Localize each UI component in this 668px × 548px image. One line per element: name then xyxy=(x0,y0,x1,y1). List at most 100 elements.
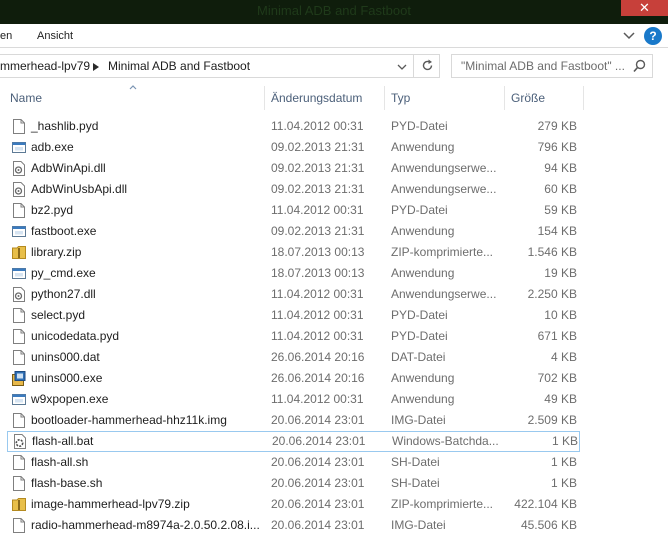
file-row[interactable]: w9xpopen.exe 11.04.2012 00:31 Anwendung 49 … xyxy=(0,389,668,410)
file-row[interactable]: flash-all.sh 20.06.2014 23:01 SH-Datei 1 KB xyxy=(0,452,668,473)
breadcrumb-current[interactable]: Minimal ADB and Fastboot xyxy=(108,59,250,73)
file-row[interactable]: python27.dll 11.04.2012 00:31 Anwendungser… xyxy=(0,284,668,305)
column-name[interactable]: Name xyxy=(10,91,42,105)
file-size: 1.546 KB xyxy=(527,245,577,259)
file-size: 796 KB xyxy=(537,140,577,154)
file-date: 09.02.2013 21:31 xyxy=(271,161,365,175)
file-row[interactable]: unicodedata.pyd 11.04.2012 00:31 PYD-Datei… xyxy=(0,326,668,347)
file-date: 11.04.2012 00:31 xyxy=(271,287,364,301)
file-size: 45.506 KB xyxy=(520,518,577,532)
file-size: 2.509 KB xyxy=(527,413,577,427)
file-name: adb.exe xyxy=(31,140,74,154)
file-size: 4 KB xyxy=(550,350,577,364)
file-size: 94 KB xyxy=(544,161,577,175)
file-type: Anwendung xyxy=(391,392,455,406)
file-name: flash-all.bat xyxy=(32,434,94,448)
search-icon[interactable] xyxy=(633,59,646,73)
file-row[interactable]: bz2.pyd 11.04.2012 00:31 PYD-Datei 59 KB xyxy=(0,200,668,221)
address-bar[interactable]: mmerhead-lpv79 Minimal ADB and Fastboot xyxy=(0,54,440,78)
file-icon xyxy=(13,308,25,323)
file-date: 11.04.2012 00:31 xyxy=(271,308,364,322)
exe-icon xyxy=(12,142,26,153)
file-row[interactable]: flash-base.sh 20.06.2014 23:01 SH-Datei 1 K… xyxy=(0,473,668,494)
file-row[interactable]: _hashlib.pyd 11.04.2012 00:31 PYD-Datei 279… xyxy=(0,116,668,137)
file-icon xyxy=(13,119,25,134)
file-row[interactable]: unins000.exe 26.06.2014 20:16 Anwendung 702… xyxy=(0,368,668,389)
file-name: python27.dll xyxy=(31,287,96,301)
file-date: 11.04.2012 00:31 xyxy=(271,392,364,406)
file-type: Anwendung xyxy=(391,266,455,280)
breadcrumb-parent[interactable]: mmerhead-lpv79 xyxy=(0,59,90,73)
file-name: AdbWinApi.dll xyxy=(31,161,106,175)
file-date: 20.06.2014 23:01 xyxy=(272,434,366,448)
file-row[interactable]: select.pyd 11.04.2012 00:31 PYD-Datei 10 KB xyxy=(0,305,668,326)
batch-icon xyxy=(14,434,26,449)
file-name: radio-hammerhead-m8974a-2.0.50.2.08.i... xyxy=(31,518,260,532)
file-size: 422.104 KB xyxy=(514,497,577,511)
file-name: library.zip xyxy=(31,245,82,259)
file-name: flash-all.sh xyxy=(31,455,89,469)
address-dropdown-icon[interactable] xyxy=(397,63,407,71)
exe-icon xyxy=(12,268,26,279)
file-row[interactable]: unins000.dat 26.06.2014 20:16 DAT-Datei 4 K… xyxy=(0,347,668,368)
file-date: 11.04.2012 00:31 xyxy=(271,119,364,133)
exe-icon xyxy=(12,226,26,237)
tab-start[interactable]: en xyxy=(0,30,12,42)
file-name: unicodedata.pyd xyxy=(31,329,120,343)
column-size[interactable]: Größe xyxy=(511,91,545,105)
file-date: 20.06.2014 23:01 xyxy=(271,497,365,511)
file-size: 59 KB xyxy=(544,203,577,217)
file-name: bz2.pyd xyxy=(31,203,74,217)
file-date: 18.07.2013 00:13 xyxy=(271,266,365,280)
tab-view[interactable]: Ansicht xyxy=(37,30,73,42)
file-date: 20.06.2014 23:01 xyxy=(271,455,365,469)
file-type: SH-Datei xyxy=(391,455,440,469)
file-type: PYD-Datei xyxy=(391,119,448,133)
file-date: 18.07.2013 00:13 xyxy=(271,245,365,259)
file-name: AdbWinUsbApi.dll xyxy=(31,182,128,196)
file-size: 671 KB xyxy=(537,329,577,343)
file-type: DAT-Datei xyxy=(391,350,446,364)
ribbon-expand-icon[interactable] xyxy=(622,29,636,43)
file-row-selected[interactable]: flash-all.bat 20.06.2014 23:01 Windows-Bat… xyxy=(7,431,580,452)
file-row[interactable]: py_cmd.exe 18.07.2013 00:13 Anwendung 19 KB xyxy=(0,263,668,284)
file-type: Anwendungserwe... xyxy=(391,182,497,196)
file-row[interactable]: bootloader-hammerhead-hhz11k.img 20.06.20… xyxy=(0,410,668,431)
refresh-button[interactable] xyxy=(413,55,440,77)
dll-icon xyxy=(13,287,25,302)
file-date: 09.02.2013 21:31 xyxy=(271,140,365,154)
file-row[interactable]: image-hammerhead-lpv79.zip 20.06.2014 23:… xyxy=(0,494,668,515)
column-type[interactable]: Typ xyxy=(391,91,410,105)
file-name: image-hammerhead-lpv79.zip xyxy=(31,497,190,511)
zip-icon xyxy=(12,246,26,259)
ribbon: en Ansicht ? xyxy=(0,24,668,48)
breadcrumb-separator-icon[interactable] xyxy=(93,63,99,71)
file-size: 279 KB xyxy=(537,119,577,133)
file-icon xyxy=(13,203,25,218)
file-size: 19 KB xyxy=(544,266,577,280)
file-row[interactable]: AdbWinApi.dll 09.02.2013 21:31 Anwendungse… xyxy=(0,158,668,179)
file-type: PYD-Datei xyxy=(391,308,448,322)
column-date[interactable]: Änderungsdatum xyxy=(271,91,362,105)
file-row[interactable]: library.zip 18.07.2013 00:13 ZIP-komprimie… xyxy=(0,242,668,263)
file-size: 2.250 KB xyxy=(527,287,577,301)
file-icon xyxy=(13,518,25,533)
file-name: w9xpopen.exe xyxy=(31,392,109,406)
close-button[interactable]: ✕ xyxy=(621,0,668,16)
file-row[interactable]: adb.exe 09.02.2013 21:31 Anwendung 796 KB xyxy=(0,137,668,158)
file-size: 60 KB xyxy=(544,182,577,196)
file-icon xyxy=(13,455,25,470)
file-name: py_cmd.exe xyxy=(31,266,96,280)
file-icon xyxy=(13,413,25,428)
file-row[interactable]: AdbWinUsbApi.dll 09.02.2013 21:31 Anwendun… xyxy=(0,179,668,200)
file-name: unins000.exe xyxy=(31,371,103,385)
file-size: 10 KB xyxy=(544,308,577,322)
file-row[interactable]: fastboot.exe 09.02.2013 21:31 Anwendung 154… xyxy=(0,221,668,242)
file-size: 1 KB xyxy=(550,476,577,490)
file-type: PYD-Datei xyxy=(391,329,448,343)
file-row[interactable]: radio-hammerhead-m8974a-2.0.50.2.08.i...… xyxy=(0,515,668,536)
zip-icon xyxy=(12,498,26,511)
help-button[interactable]: ? xyxy=(644,27,662,45)
file-name: unins000.dat xyxy=(31,350,100,364)
search-box[interactable]: "Minimal ADB and Fastboot" ... xyxy=(451,54,653,78)
